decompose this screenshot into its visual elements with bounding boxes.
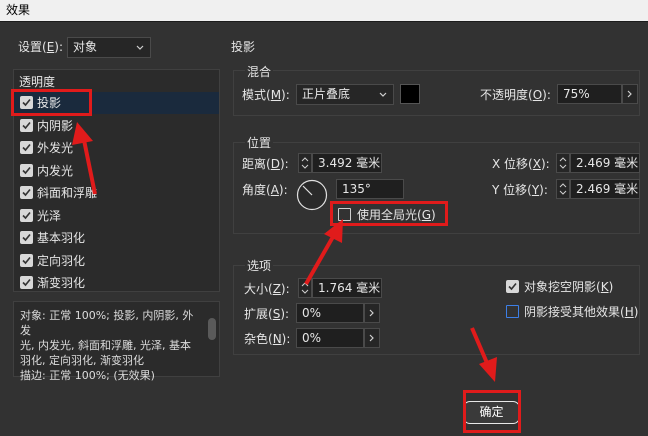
annotation-arrow-global-light <box>304 219 343 285</box>
annotation-arrow-ok <box>470 327 497 382</box>
annotation-arrow-drop-shadow <box>72 122 97 195</box>
annotation-arrows <box>72 122 497 382</box>
